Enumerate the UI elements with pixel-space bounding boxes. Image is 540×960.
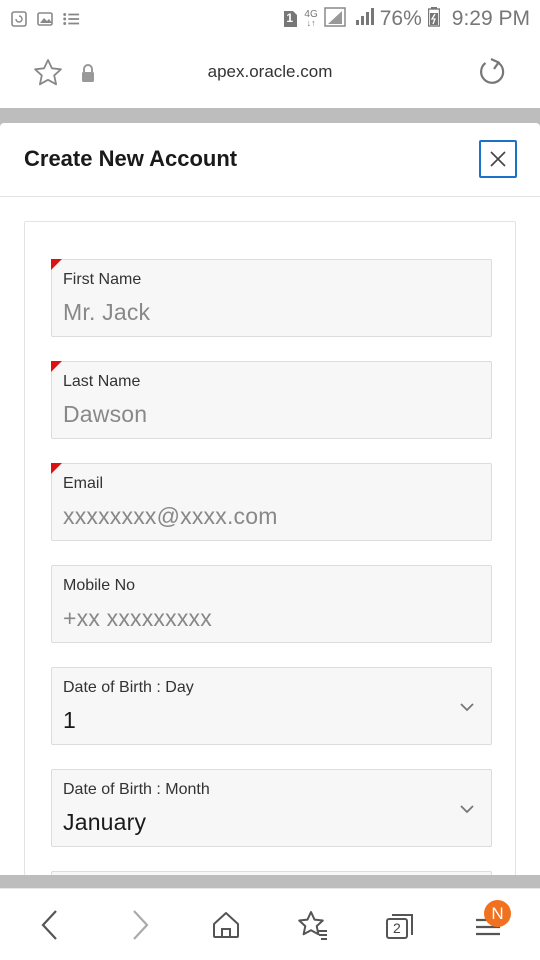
clock: 9:29 PM [451,7,530,30]
first-name-label: First Name [63,271,142,288]
tabs-button[interactable]: 2 [382,907,418,943]
screenshot-icon [10,10,28,28]
notification-badge: N [484,900,511,927]
required-marker [51,361,62,372]
first-name-field[interactable]: First Name Mr. Jack [51,259,492,337]
home-button[interactable] [208,907,244,943]
sim-icon: 1 [282,10,298,28]
form-region: First Name Mr. Jack Last Name Dawson Ema… [24,221,516,875]
tab-count: 2 [393,920,401,936]
bookmarks-button[interactable] [295,907,331,943]
last-name-field[interactable]: Last Name Dawson [51,361,492,439]
last-name-label: Last Name [63,373,141,390]
dialog-header: Create New Account [0,123,540,197]
email-input[interactable]: xxxxxxxx@xxxx.com [63,503,278,530]
chevron-right-icon [133,910,149,940]
dob-day-value[interactable]: 1 [63,707,76,734]
home-icon [213,912,239,938]
mobile-field[interactable]: Mobile No +xx xxxxxxxxx [51,565,492,643]
chevron-down-icon[interactable] [459,700,475,712]
status-left [10,10,80,28]
signal-icon [324,6,348,32]
battery-percent: 76% [379,7,422,30]
network-4g-icon: 4G ↓↑ [304,10,317,28]
dob-month-label: Date of Birth : Month [63,781,210,798]
battery-icon [427,6,440,32]
dialog-title: Create New Account [24,146,238,171]
sim-badge: 1 [286,11,294,25]
email-field[interactable]: Email xxxxxxxx@xxxx.com [51,463,492,541]
signal-bars-icon [354,7,374,31]
mobile-label: Mobile No [63,577,136,594]
forward-button[interactable] [122,907,158,943]
mobile-input[interactable]: +xx xxxxxxxxx [63,605,212,632]
url-text[interactable]: apex.oracle.com [0,62,540,82]
dob-month-select[interactable]: Date of Birth : Month January [51,769,492,847]
reload-icon[interactable] [476,56,508,88]
back-button[interactable] [32,907,68,943]
status-right: 1 4G ↓↑ 76% 9:29 PM [282,6,530,32]
list-icon [62,10,80,28]
gallery-icon [36,10,54,28]
last-name-input[interactable]: Dawson [63,401,147,428]
bookmarks-icon [298,911,327,940]
required-marker [51,463,62,474]
chevron-left-icon [41,910,57,940]
close-icon [490,151,506,167]
dob-day-label: Date of Birth : Day [63,679,194,696]
data-arrows-icon: ↓↑ [306,18,316,28]
create-account-dialog: Create New Account First Name Mr. Jack L… [0,123,540,875]
close-button[interactable] [479,140,517,178]
next-field-partial[interactable] [51,871,492,875]
browser-bottom-nav: 2 N [0,888,540,960]
chevron-down-icon[interactable] [459,802,475,814]
browser-address-bar: apex.oracle.com [0,38,540,108]
dob-month-value[interactable]: January [63,809,146,836]
dob-day-select[interactable]: Date of Birth : Day 1 [51,667,492,745]
email-label: Email [63,475,104,492]
status-bar: 1 4G ↓↑ 76% 9:29 PM [0,0,540,38]
first-name-input[interactable]: Mr. Jack [63,299,150,326]
required-marker [51,259,62,270]
